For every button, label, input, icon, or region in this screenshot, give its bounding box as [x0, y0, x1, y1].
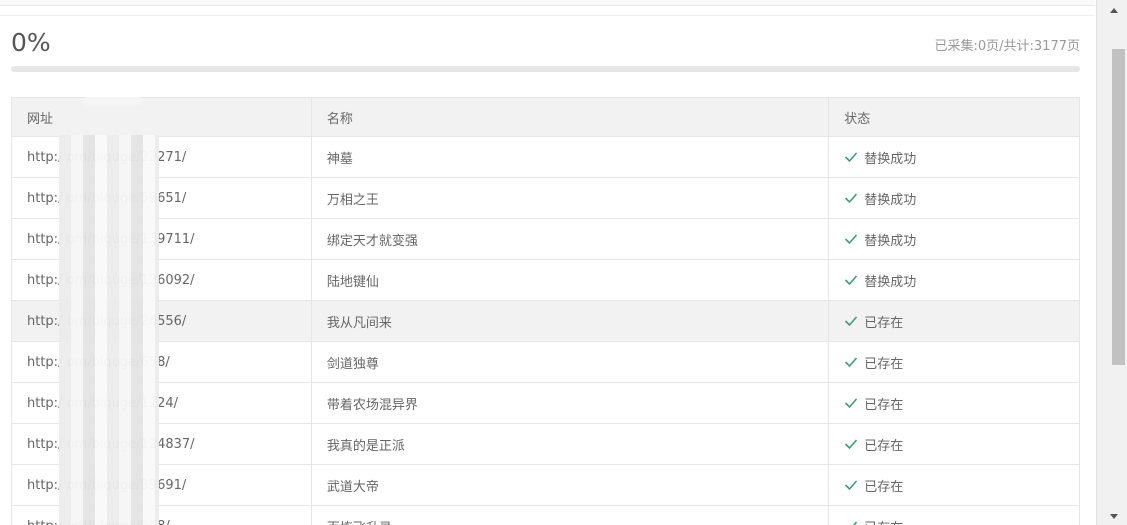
- checkmark-icon: [853, 521, 858, 525]
- redaction-mask: [82, 97, 144, 107]
- name-cell: 我从凡间来: [310, 300, 830, 342]
- status-label: 替换成功: [864, 274, 917, 290]
- status-badge: 已存在: [844, 383, 1064, 423]
- name-cell: 剑道独尊: [310, 341, 830, 383]
- header-status: 状态: [828, 97, 1080, 137]
- name-cell: 绑定天才就变强: [310, 218, 830, 260]
- name-cell: 带着农场混异界: [310, 382, 830, 424]
- status-cell: 替换成功: [828, 218, 1080, 260]
- progress-summary: 已采集:0页/共计:3177页: [934, 39, 1081, 54]
- status-badge: 已存在: [844, 465, 1064, 505]
- status-label: 替换成功: [864, 151, 917, 167]
- status-badge: 已存在: [844, 506, 1064, 525]
- status-cell: 已存在: [828, 423, 1080, 465]
- status-label: 已存在: [864, 479, 904, 495]
- status-label: 替换成功: [864, 233, 917, 249]
- status-cell: 替换成功: [828, 136, 1080, 178]
- name-cell: 陆地键仙: [310, 259, 830, 301]
- table-body: http:/ om/biquge/22271/神墓替换成功http:/ om/b…: [11, 136, 1080, 525]
- status-badge: 替换成功: [844, 260, 1064, 300]
- name-cell: 武道大帝: [310, 464, 830, 506]
- scroll-down-arrow-icon[interactable]: [1110, 514, 1118, 519]
- table-row: http:/ om/biquge/39691/武道大帝 已存在: [11, 464, 1080, 506]
- table-row: http:/ om/biquge/1124/带着农场混异界 已存在: [11, 382, 1080, 424]
- status-label: 已存在: [864, 356, 904, 372]
- url-cell: http:/ om/biquge/39691/: [11, 464, 312, 506]
- status-label: 已存在: [864, 397, 904, 413]
- status-cell: 已存在: [828, 382, 1080, 424]
- checkmark-icon: [845, 439, 858, 450]
- checkmark-icon: [845, 234, 858, 245]
- status-badge: 替换成功: [844, 137, 1064, 177]
- status-label: 替换成功: [864, 192, 917, 208]
- header-name: 名称: [310, 97, 830, 137]
- table-row: http:/ om/biquge/658/剑道独尊 已存在: [11, 341, 1080, 383]
- status-cell: 替换成功: [828, 177, 1080, 219]
- name-cell: 神墓: [310, 136, 830, 178]
- url-cell: http:/ om/biquge/139711/: [11, 218, 312, 260]
- table-header-row: 网址 名称 状态: [11, 97, 1080, 137]
- table-row: http:/ om/biquge/59651/万相之王 替换成功: [11, 177, 1080, 219]
- name-cell: 百炼飞升录: [310, 505, 830, 525]
- progress-bar: [11, 66, 1080, 72]
- url-cell: http:/ om/biquge/208/: [11, 505, 312, 525]
- status-label: 已存在: [864, 438, 904, 454]
- progress-percent: 0%: [11, 28, 51, 57]
- table-row: http:/ om/biquge/124837/我真的是正派 已存在: [11, 423, 1080, 465]
- url-cell: http:/ om/biquge/59651/: [11, 177, 312, 219]
- table-row: http:/ om/biquge/126092/陆地键仙 替换成功: [11, 259, 1080, 301]
- table-row: http:/ om/biquge/22271/神墓 替换成功: [11, 136, 1080, 178]
- status-cell: 已存在: [828, 464, 1080, 506]
- status-badge: 已存在: [844, 424, 1064, 464]
- table-row: http:/ om/biquge/139711/绑定天才就变强 替换成功: [11, 218, 1080, 260]
- url-cell: http:/ om/biquge/22271/: [11, 136, 312, 178]
- status-label: 已存在: [864, 517, 903, 525]
- status-badge: 替换成功: [844, 219, 1064, 259]
- table-row: http:/ om/biquge/26556/我从凡间来 已存在: [11, 300, 1080, 342]
- results-table: 网址 名称 状态 http:/ om/biquge/22271/神墓替换成功ht…: [11, 97, 1080, 525]
- url-cell: http:/ om/biquge/126092/: [11, 259, 312, 301]
- scroll-up-arrow-icon[interactable]: [1110, 8, 1118, 13]
- name-cell: 我真的是正派: [310, 423, 830, 465]
- top-toolbar-edge: [0, 0, 1095, 6]
- checkmark-icon: [845, 480, 858, 491]
- redaction-mask: [59, 135, 159, 525]
- checkmark-icon: [845, 193, 858, 204]
- url-cell: http:/ om/biquge/124837/: [11, 423, 312, 465]
- status-cell: 已存在: [828, 341, 1080, 383]
- status-label: 已存在: [864, 315, 904, 331]
- checkmark-icon: [845, 398, 858, 409]
- status-badge: 替换成功: [844, 178, 1064, 218]
- status-cell: 已存在: [828, 505, 1080, 525]
- checkmark-icon: [845, 152, 858, 163]
- checkmark-icon: [845, 316, 858, 327]
- url-cell: http:/ om/biquge/658/: [11, 341, 312, 383]
- url-cell: http:/ om/biquge/26556/: [11, 300, 312, 342]
- header-url: 网址: [11, 97, 312, 137]
- checkmark-icon: [845, 275, 858, 286]
- scrollbar-thumb[interactable]: [1112, 49, 1125, 365]
- status-badge: 已存在: [844, 301, 1064, 341]
- collector-page: 0% 已采集:0页/共计:3177页 网址 名称 状态 http:/ om/bi…: [0, 0, 1127, 525]
- status-cell: 替换成功: [828, 259, 1080, 301]
- name-cell: 万相之王: [310, 177, 830, 219]
- status-cell: 已存在: [828, 300, 1080, 342]
- table-row: http:/ om/biquge/208/百炼飞升录已存在: [11, 505, 1080, 525]
- divider: [0, 15, 1095, 16]
- url-cell: http:/ om/biquge/1124/: [11, 382, 312, 424]
- status-badge: 已存在: [844, 342, 1064, 382]
- checkmark-icon: [845, 357, 858, 368]
